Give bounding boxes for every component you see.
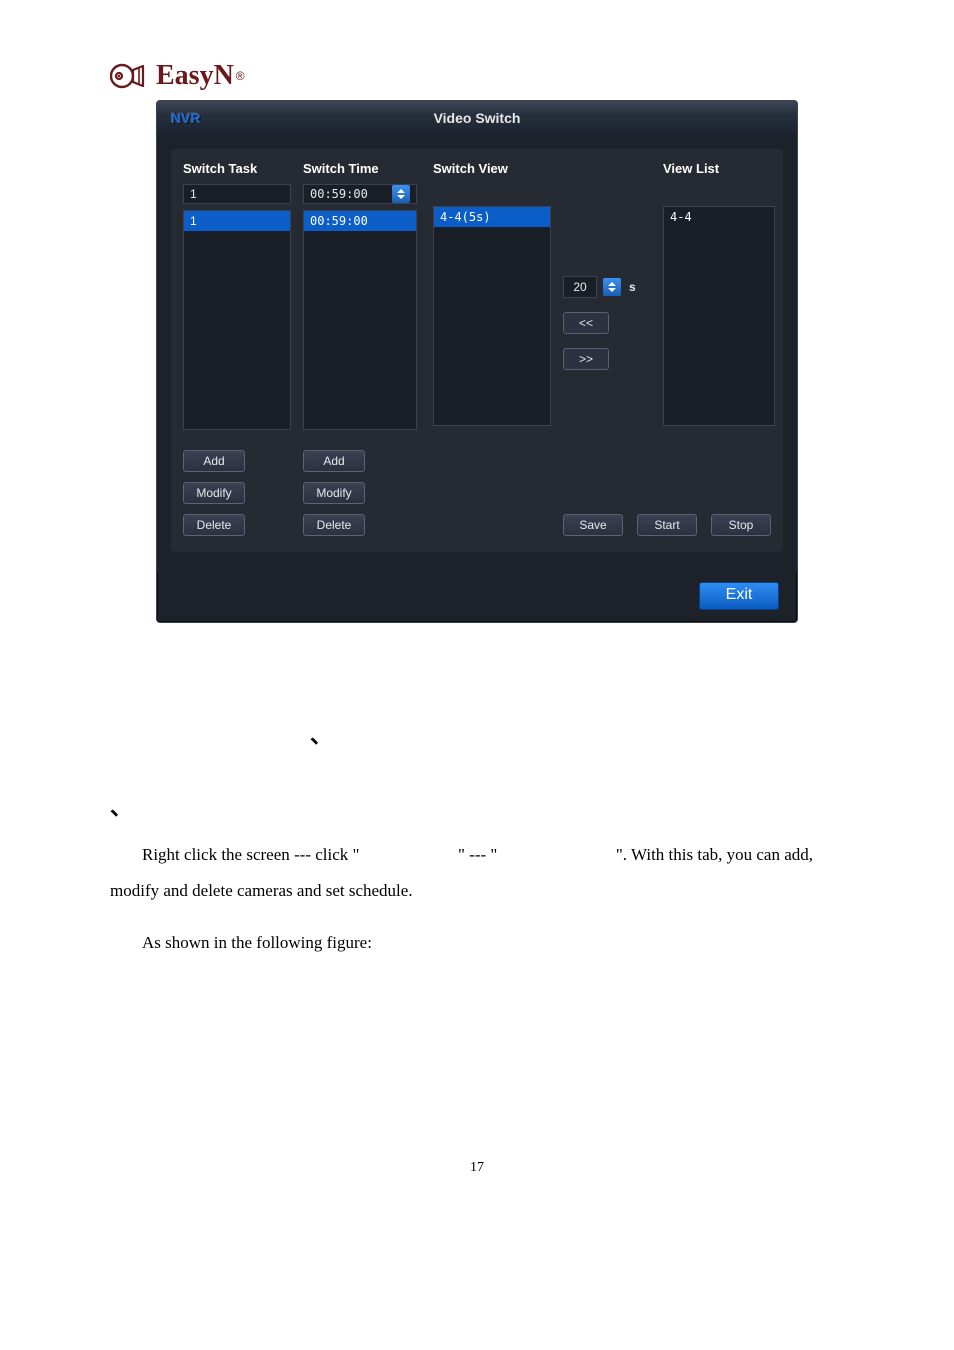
video-switch-window: NVR Video Switch Switch Task 1 1 <box>156 100 798 623</box>
view-list-header: View List <box>663 161 783 176</box>
modify-time-button[interactable]: Modify <box>303 482 365 504</box>
interval-input[interactable]: 20 <box>563 276 597 298</box>
move-right-button[interactable]: >> <box>563 348 609 370</box>
page-number: 17 <box>110 1160 844 1176</box>
switch-task-column: Switch Task 1 1 <box>183 161 303 430</box>
window-title: Video Switch <box>157 110 797 126</box>
switch-time-buttons: Add Modify Delete <box>303 450 433 536</box>
move-left-button[interactable]: << <box>563 312 609 334</box>
exit-button[interactable]: Exit <box>699 582 779 610</box>
switch-task-header: Switch Task <box>183 161 303 176</box>
switch-task-value: 1 <box>190 184 197 204</box>
main-panel: Switch Task 1 1 Switch Time <box>171 149 783 552</box>
paragraph-1: Right click the screen --- click " " ---… <box>110 837 844 908</box>
paragraph-text: Right click the screen --- click " <box>142 845 359 864</box>
document-body: 、 、 Right click the screen --- click " "… <box>110 713 844 960</box>
list-item[interactable]: 4-4(5s) <box>434 207 550 227</box>
view-list-column: View List 4-4 <box>663 161 783 426</box>
list-item[interactable]: 00:59:00 <box>304 211 416 231</box>
switch-view-header: Switch View <box>433 161 563 176</box>
add-time-button[interactable]: Add <box>303 450 365 472</box>
switch-view-column: Switch View 4-4(5s) <box>433 161 563 426</box>
switch-time-value: 00:59:00 <box>310 184 368 204</box>
ideographic-comma-icon: 、 <box>310 713 332 759</box>
list-item[interactable]: 1 <box>184 211 290 231</box>
brand-logo-icon <box>110 60 150 92</box>
delete-task-button[interactable]: Delete <box>183 514 245 536</box>
app-badge: NVR <box>157 110 201 126</box>
delete-time-button[interactable]: Delete <box>303 514 365 536</box>
transfer-controls: . 20 s <box>563 161 663 370</box>
modify-task-button[interactable]: Modify <box>183 482 245 504</box>
time-spin-icon[interactable] <box>392 185 410 203</box>
view-list-list[interactable]: 4-4 <box>663 206 775 426</box>
save-button[interactable]: Save <box>563 514 623 536</box>
stop-button[interactable]: Stop <box>711 514 771 536</box>
switch-task-buttons: Add Modify Delete <box>183 450 303 536</box>
switch-view-list[interactable]: 4-4(5s) <box>433 206 551 426</box>
interval-spin-icon[interactable] <box>603 278 621 296</box>
interval-value: 20 <box>573 277 586 297</box>
switch-time-column: Switch Time 00:59:00 00:59:00 <box>303 161 433 430</box>
interval-unit: s <box>629 280 636 294</box>
switch-time-list[interactable]: 00:59:00 <box>303 210 417 430</box>
window-titlebar: NVR Video Switch <box>157 101 797 135</box>
brand-name: EasyN <box>156 60 234 92</box>
paragraph-2: As shown in the following figure: <box>110 925 844 961</box>
paragraph-text: " --- " <box>458 845 497 864</box>
start-button[interactable]: Start <box>637 514 697 536</box>
brand-reg-mark: ® <box>236 69 245 83</box>
add-task-button[interactable]: Add <box>183 450 245 472</box>
list-item[interactable]: 4-4 <box>664 207 774 227</box>
switch-task-list[interactable]: 1 <box>183 210 291 430</box>
switch-time-header: Switch Time <box>303 161 433 176</box>
switch-task-input[interactable]: 1 <box>183 184 291 204</box>
switch-time-input[interactable]: 00:59:00 <box>303 184 417 204</box>
ideographic-comma-icon: 、 <box>110 785 132 831</box>
brand-logo-row: EasyN ® <box>110 60 844 92</box>
